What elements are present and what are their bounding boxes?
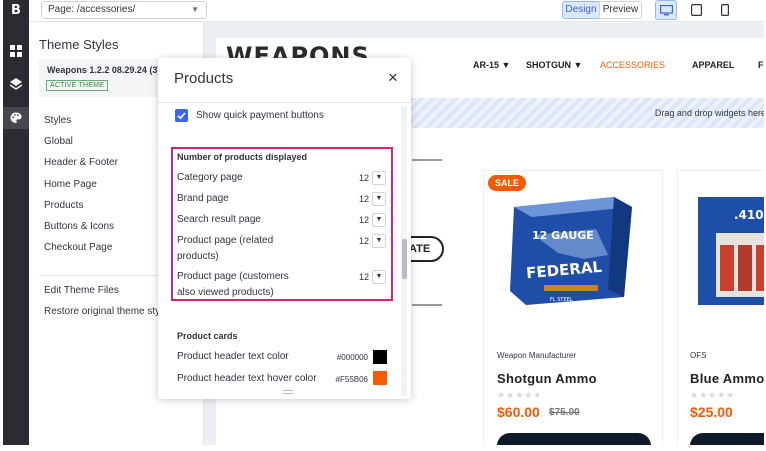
sale-badge: SALE (488, 175, 527, 191)
sidebar-item-global[interactable]: Global (44, 136, 73, 147)
sidebar-item-products[interactable]: Products (44, 200, 83, 211)
brand-page-dropdown[interactable]: ▼ (372, 192, 386, 206)
rating-stars: ★★★★★ (690, 390, 736, 400)
row-value-customers-also-viewed: 12 (358, 272, 369, 282)
resize-grip-icon[interactable] (283, 390, 293, 394)
nav-item-accessories[interactable]: ACCESSORIES (600, 60, 665, 70)
sidebar-item-checkout-page[interactable]: Checkout Page (44, 242, 112, 253)
search-result-page-dropdown[interactable]: ▼ (372, 213, 386, 227)
row-label-header-hover-color: Product header text hover color (177, 373, 317, 384)
customers-also-viewed-dropdown[interactable]: ▼ (372, 270, 386, 284)
edit-theme-files-link[interactable]: Edit Theme Files (44, 285, 119, 296)
rating-stars: ★★★★★ (497, 390, 543, 400)
row-value-brand-page: 12 (358, 194, 369, 204)
product-card-blue-ammo[interactable]: .410 OFS Blue Ammo ★★★★★ $25.00 (677, 170, 764, 445)
sidebar-item-styles[interactable]: Styles (44, 115, 71, 126)
restore-theme-styles-link[interactable]: Restore original theme styles (44, 306, 173, 317)
section-heading-products-displayed: Number of products displayed (177, 152, 308, 162)
header-hover-color-swatch[interactable] (373, 371, 387, 385)
sidebar-item-buttons-icons[interactable]: Buttons & Icons (44, 221, 114, 232)
checkmark-icon (177, 112, 186, 120)
row-value-related-products: 12 (358, 236, 369, 246)
federal-ammo-box-image: 12 GAUGE FEDERAL FL STEEL (510, 197, 632, 305)
row-value-search-result-page: 12 (358, 215, 369, 225)
desktop-icon[interactable] (655, 0, 677, 20)
add-to-cart-button[interactable] (690, 433, 764, 445)
product-card-shotgun-ammo[interactable]: SALE 12 GAUGE FEDERAL FL STEEL Weapon Ma… (483, 170, 663, 445)
page-builder-app: B Page: /accessories/ ▼ Design Preview T… (3, 0, 764, 445)
top-toolbar: Page: /accessories/ ▼ Design Preview (29, 0, 764, 22)
dropzone-label: Drag and drop widgets here (654, 108, 764, 118)
row-value-category-page: 12 (358, 173, 369, 183)
nav-item-apparel[interactable]: APPAREL (692, 60, 734, 70)
active-theme-badge: ACTIVE THEME (46, 80, 109, 91)
quick-payment-label[interactable]: Show quick payment buttons (196, 110, 324, 121)
panel-scrollbar-thumb[interactable] (402, 239, 407, 279)
page-select-value: Page: /accessories/ (48, 4, 136, 15)
add-to-cart-button[interactable] (497, 433, 651, 445)
product-name[interactable]: Shotgun Ammo (497, 371, 597, 386)
box-gauge-label: 12 GAUGE (532, 229, 594, 242)
sidebar-title: Theme Styles (39, 37, 119, 52)
bigcommerce-logo: B (11, 2, 21, 18)
product-brand: OFS (690, 351, 707, 360)
row-label-category-page: Category page (177, 172, 243, 183)
divider-line (412, 159, 442, 161)
panel-title: Products (174, 70, 234, 87)
box-caliber-label: .410 (734, 208, 764, 222)
nav-item-more[interactable]: F (758, 60, 764, 70)
row-label-header-text-color: Product header text color (177, 351, 289, 362)
layers-icon[interactable] (3, 73, 29, 95)
page-select-dropdown[interactable]: Page: /accessories/ ▼ (41, 1, 207, 19)
icon-rail: B (3, 0, 29, 445)
related-products-dropdown[interactable]: ▼ (372, 234, 386, 248)
category-page-dropdown[interactable]: ▼ (372, 171, 386, 185)
product-name[interactable]: Blue Ammo (690, 371, 764, 386)
chevron-down-icon: ▼ (191, 5, 199, 14)
header-text-color-swatch[interactable] (373, 350, 387, 364)
product-brand: Weapon Manufacturer (497, 351, 577, 360)
nav-item-ar15[interactable]: AR-15 ▼ (473, 60, 510, 70)
blue-ammo-box-image: .410 (698, 197, 764, 305)
product-price: $60.00 (497, 404, 540, 420)
product-old-price: $75.00 (549, 407, 580, 418)
dashboard-icon[interactable] (3, 40, 29, 62)
product-price: $25.00 (690, 404, 733, 420)
divider-line (412, 304, 442, 306)
box-caption: FL STEEL (550, 297, 573, 303)
products-settings-panel: Products ✕ Show quick payment buttons Nu… (158, 58, 411, 399)
sidebar-item-header-footer[interactable]: Header & Footer (44, 157, 118, 168)
row-label-related-products: Product page (related products) (177, 235, 274, 262)
preview-mode-button[interactable]: Preview (599, 1, 642, 19)
row-label-search-result-page: Search result page (177, 214, 261, 225)
palette-icon[interactable] (3, 107, 29, 129)
header-text-color-hex: #000000 (336, 353, 368, 362)
theme-name: Weapons 1.2.2 08.29.24 (3) (47, 65, 161, 75)
mobile-icon[interactable] (714, 0, 736, 20)
row-label-customers-also-viewed: Product page (customers also viewed prod… (177, 271, 289, 298)
nav-item-shotgun[interactable]: SHOTGUN ▼ (526, 60, 582, 70)
design-mode-button[interactable]: Design (562, 1, 600, 19)
section-heading-product-cards: Product cards (177, 331, 238, 341)
sidebar-item-home-page[interactable]: Home Page (44, 179, 97, 190)
close-icon[interactable]: ✕ (386, 71, 400, 85)
row-label-brand-page: Brand page (177, 193, 229, 204)
quick-payment-checkbox[interactable] (175, 109, 188, 122)
header-hover-color-hex: #F55B06 (335, 375, 368, 384)
panel-header: Products ✕ (158, 58, 411, 103)
tablet-icon[interactable] (685, 0, 707, 20)
